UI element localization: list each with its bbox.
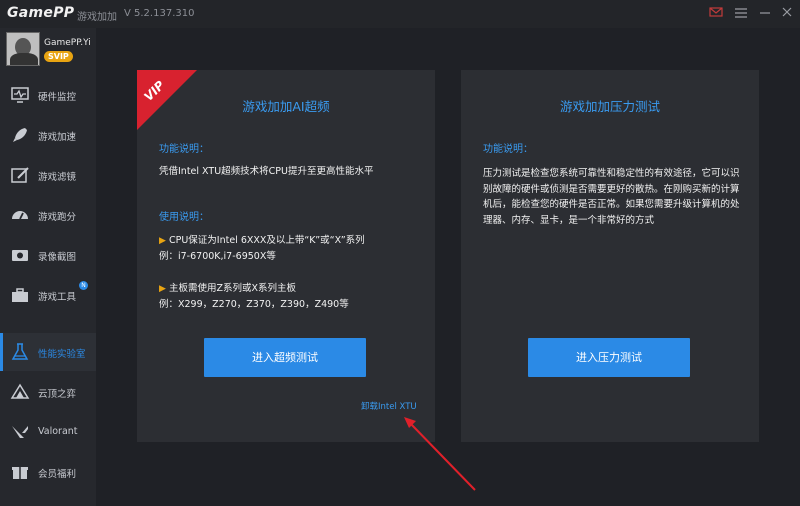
sidebar-item-hardware-monitor[interactable]: 硬件监控: [0, 76, 96, 114]
sidebar-item-game-boost[interactable]: 游戏加速: [0, 116, 96, 154]
sidebar-item-game-tools[interactable]: 游戏工具 N: [0, 276, 96, 314]
start-overclock-test-button[interactable]: 进入超频测试: [204, 338, 366, 377]
new-badge-icon: N: [79, 281, 88, 290]
ai-overclock-card: VIP 游戏加加AI超频 功能说明： 凭借Intel XTU超频技术将CPU提升…: [137, 70, 435, 442]
toolbox-icon: [10, 285, 30, 305]
sidebar-item-label: 游戏加速: [38, 132, 77, 143]
app-logo: GamePP: [7, 5, 75, 21]
hardware-monitor-icon: [10, 85, 30, 105]
stress-test-card: 游戏加加压力测试 功能说明： 压力测试是检查您系统可靠性和稳定性的有效途径，它可…: [461, 70, 759, 442]
sidebar-item-label: 游戏工具: [38, 292, 77, 303]
user-profile[interactable]: GamePP.Yi SVIP: [0, 28, 96, 70]
requirement-cpu-text: CPU保证为Intel 6XXX及以上带“K”或“X”系列: [168, 235, 365, 246]
app-name: 游戏加加: [77, 12, 117, 23]
sidebar-item-label: 录像截图: [38, 252, 77, 263]
close-icon[interactable]: [779, 6, 795, 22]
gift-icon: [10, 462, 30, 482]
tft-icon: [10, 382, 30, 402]
username: GamePP.Yi: [44, 38, 91, 48]
filter-icon: [10, 165, 30, 185]
requirement-cpu-example: 例：i7-6700K,i7-6950X等: [159, 251, 276, 262]
function-description: 凭借Intel XTU超频技术将CPU提升至更高性能水平: [159, 166, 374, 177]
sidebar-item-label: 云顶之弈: [38, 389, 77, 400]
sidebar-item-recording[interactable]: 录像截图: [0, 236, 96, 274]
camera-icon: [10, 245, 30, 265]
sidebar-item-label: Valorant: [38, 426, 78, 437]
sidebar-item-tft[interactable]: 云顶之弈: [0, 373, 96, 411]
card-title: 游戏加加压力测试: [559, 99, 660, 114]
function-label: 功能说明：: [483, 144, 533, 155]
title-bar: GamePP 游戏加加 V 5.2.137.310: [0, 0, 800, 28]
requirement-motherboard-example: 例：X299，Z270，Z370，Z390，Z490等: [159, 299, 349, 310]
bullet-triangle-icon: ▶: [159, 284, 166, 294]
lab-flask-icon: [10, 342, 30, 362]
function-label: 功能说明：: [159, 144, 209, 155]
requirement-cpu: ▶ CPU保证为Intel 6XXX及以上带“K”或“X”系列 例：i7-670…: [159, 233, 365, 264]
uninstall-intel-xtu-link[interactable]: 卸载Intel XTU: [361, 400, 417, 412]
mail-icon[interactable]: [708, 6, 724, 22]
svip-badge: SVIP: [44, 51, 73, 62]
sidebar-item-label: 游戏滤镜: [38, 172, 77, 183]
sidebar-item-valorant[interactable]: Valorant: [0, 413, 96, 451]
avatar[interactable]: [6, 32, 40, 66]
minimize-icon[interactable]: [757, 6, 773, 22]
card-title: 游戏加加AI超频: [242, 99, 330, 114]
start-stress-test-button[interactable]: 进入压力测试: [528, 338, 690, 377]
usage-label: 使用说明：: [159, 212, 209, 223]
sidebar-item-game-filter[interactable]: 游戏滤镜: [0, 156, 96, 194]
requirement-motherboard-text: 主板需使用Z系列或X系列主板: [168, 283, 296, 294]
sidebar-item-label: 硬件监控: [38, 92, 77, 103]
menu-icon[interactable]: [733, 6, 749, 22]
sidebar: GamePP.Yi SVIP 硬件监控 游戏加速 游戏滤镜 游戏跑分 录像截图: [0, 28, 96, 506]
sidebar-item-label: 游戏跑分: [38, 212, 77, 223]
app-version: V 5.2.137.310: [124, 8, 195, 19]
sidebar-item-label: 性能实验室: [38, 349, 86, 360]
requirement-motherboard: ▶ 主板需使用Z系列或X系列主板 例：X299，Z270，Z370，Z390，Z…: [159, 281, 349, 312]
sidebar-item-member-benefits[interactable]: 会员福利: [0, 453, 96, 491]
valorant-icon: [10, 422, 30, 442]
rocket-icon: [10, 125, 30, 145]
sidebar-item-performance-lab[interactable]: 性能实验室: [0, 333, 96, 371]
sidebar-item-label: 会员福利: [38, 469, 77, 480]
sidebar-item-benchmark[interactable]: 游戏跑分: [0, 196, 96, 234]
bullet-triangle-icon: ▶: [159, 236, 166, 246]
speedometer-icon: [10, 205, 30, 225]
function-description: 压力测试是检查您系统可靠性和稳定性的有效途径，它可以识别故障的硬件或侦测是否需要…: [483, 168, 740, 226]
